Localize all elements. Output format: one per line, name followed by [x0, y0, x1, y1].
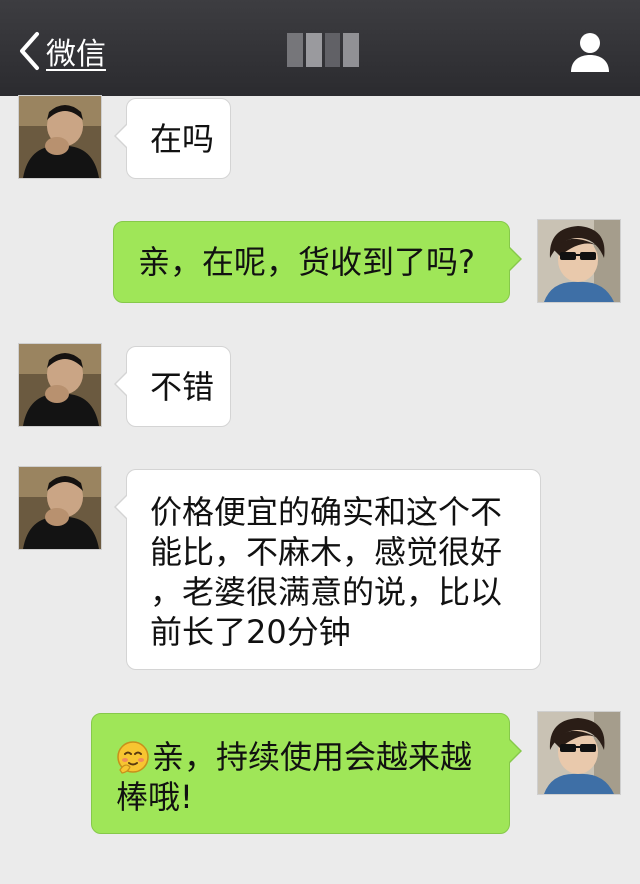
- message-text-line: ，老婆很满意的说，比以: [150, 573, 503, 611]
- avatar-contact[interactable]: [18, 343, 102, 427]
- message-text-line: 棒哦!: [116, 778, 193, 816]
- avatar-self[interactable]: [537, 711, 621, 795]
- back-label: 微信: [46, 37, 106, 72]
- back-button[interactable]: 微信: [18, 26, 106, 76]
- navigation-bar: 微信: [0, 0, 640, 96]
- shy-smile-emoji-icon: [117, 741, 149, 774]
- avatar-contact[interactable]: [18, 95, 102, 179]
- message-text: 亲，在呢，货收到了吗?: [138, 243, 475, 281]
- message-text: 在吗: [150, 120, 215, 158]
- person-icon[interactable]: [568, 30, 612, 74]
- chat-title-blurred: [287, 30, 359, 70]
- contact-photo: [19, 344, 101, 426]
- message-bubble-incoming[interactable]: 在吗: [114, 98, 231, 179]
- avatar-contact[interactable]: [18, 466, 102, 550]
- message-bubble-incoming[interactable]: 价格便宜的确实和这个不 能比，不麻木，感觉很好 ，老婆很满意的说，比以 前长了2…: [114, 469, 541, 670]
- chevron-left-icon: [20, 32, 39, 70]
- message-bubble-incoming[interactable]: 不错: [114, 346, 231, 427]
- message-bubble-outgoing[interactable]: 亲，持续使用会越来越 棒哦!: [91, 713, 522, 834]
- message-text-line: 价格便宜的确实和这个不: [150, 493, 503, 531]
- self-photo: [538, 712, 620, 794]
- contact-photo: [19, 467, 101, 549]
- message-text-line: 能比，不麻木，感觉很好: [150, 533, 503, 571]
- message-text-line: 前长了20分钟: [150, 613, 351, 651]
- avatar-self[interactable]: [537, 219, 621, 303]
- self-photo: [538, 220, 620, 302]
- message-text: 不错: [150, 368, 215, 406]
- message-bubble-outgoing[interactable]: 亲，在呢，货收到了吗?: [113, 221, 522, 303]
- message-text: 亲，持续使用会越来越: [152, 738, 473, 776]
- message-text-line: 亲，持续使用会越来越: [116, 737, 509, 777]
- contact-photo: [19, 96, 101, 178]
